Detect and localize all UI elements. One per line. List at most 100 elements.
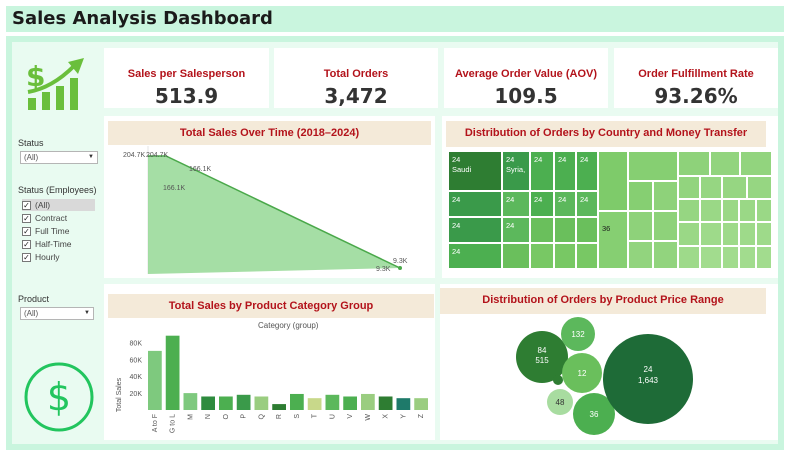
treemap-cell xyxy=(700,176,722,199)
treemap-cell xyxy=(678,176,700,199)
treemap-cell: 24 xyxy=(502,191,530,217)
treemap-cell xyxy=(722,222,739,246)
sales-over-time-chart: 204.7K 204.7K 166.1K 166.1K 9.3K 9.3K xyxy=(108,146,431,274)
treemap-title: Distribution of Orders by Country and Mo… xyxy=(446,121,766,163)
treemap-cell xyxy=(722,246,739,269)
kpi-value: 109.5 xyxy=(494,84,558,108)
treemap-cell: 36 xyxy=(598,211,628,269)
category-sales-title: Total Sales by Product Category Group xyxy=(108,294,434,318)
treemap-cell xyxy=(700,199,722,222)
kpi-title: Average Order Value (AOV) xyxy=(454,68,598,80)
bubble-label: 84 xyxy=(538,346,547,355)
checkbox-checked-icon[interactable]: ✓ xyxy=(22,213,31,223)
dashboard-title: Sales Analysis Dashboard xyxy=(12,8,273,29)
kpi-card-aov: Average Order Value (AOV) 109.5 xyxy=(444,48,608,108)
treemap-cell xyxy=(554,243,576,269)
treemap-cell xyxy=(628,211,653,241)
bar[interactable] xyxy=(183,393,198,410)
chevron-down-icon: ▼ xyxy=(88,154,94,160)
treemap-cell xyxy=(530,217,554,243)
bar[interactable] xyxy=(201,396,215,410)
bubble xyxy=(553,375,563,385)
kpi-value: 3,472 xyxy=(324,84,388,108)
treemap-cell xyxy=(554,217,576,243)
data-label: 204.7K xyxy=(123,152,146,159)
checkbox-checked-icon[interactable]: ✓ xyxy=(22,226,31,236)
price-range-bubbles: 84 515 132 12 48 36 24 1,643 xyxy=(440,316,778,440)
tm-label: 24 xyxy=(534,195,543,204)
sales-area xyxy=(148,156,400,274)
bubble-label: 515 xyxy=(535,356,549,365)
checkbox-checked-icon[interactable]: ✓ xyxy=(22,200,31,210)
product-filter-select[interactable]: (All) ▼ xyxy=(20,307,94,320)
bubble-label: 1,643 xyxy=(638,376,659,385)
treemap-cell xyxy=(700,246,722,269)
data-label: 166.1K xyxy=(189,166,212,173)
bar[interactable] xyxy=(325,394,340,410)
checkbox-checked-icon[interactable]: ✓ xyxy=(22,252,31,262)
y-tick-label: 40K xyxy=(130,374,143,381)
treemap-cell: 24 Syria, xyxy=(502,151,530,191)
checkbox-checked-icon[interactable]: ✓ xyxy=(22,239,31,249)
data-label: 9.3K xyxy=(393,258,408,265)
bar[interactable] xyxy=(290,393,304,410)
treemap-cell: 24 xyxy=(502,217,530,243)
tm-label: 24 xyxy=(452,195,461,204)
treemap-cell: 24 Saudi xyxy=(448,151,502,191)
tm-label: 24 xyxy=(580,195,589,204)
x-tick-label: Q xyxy=(258,413,265,419)
treemap-cell xyxy=(576,243,598,269)
bar[interactable] xyxy=(396,398,411,410)
x-tick-label: T xyxy=(312,413,319,418)
y-tick-label: 60K xyxy=(130,357,143,364)
x-tick-label: M xyxy=(187,414,194,420)
orders-treemap: 24 Saudi 24 24 24 24 Syria, 24 24 24 24 24… xyxy=(448,151,772,269)
bar[interactable] xyxy=(148,350,162,410)
treemap-cell xyxy=(576,217,598,243)
bar[interactable] xyxy=(378,396,393,410)
legend-title: Category (group) xyxy=(258,321,319,330)
x-tick-label: O xyxy=(223,413,230,419)
data-label: 9.3K xyxy=(376,266,391,273)
bar[interactable] xyxy=(414,398,428,410)
treemap-cell xyxy=(678,222,700,246)
tm-label: 24 Syria, xyxy=(506,155,526,174)
treemap-cell xyxy=(739,246,756,269)
bar[interactable] xyxy=(236,394,251,410)
x-tick-label: W xyxy=(365,414,372,421)
kpi-title: Total Orders xyxy=(323,68,389,80)
bar[interactable] xyxy=(307,398,322,410)
treemap-cell xyxy=(628,241,653,269)
kpi-card-fulfillment-rate: Order Fulfillment Rate 93.26% xyxy=(614,48,778,108)
treemap-cell xyxy=(756,199,772,222)
dashboard-title-bar: Sales Analysis Dashboard xyxy=(6,6,784,32)
treemap-cell xyxy=(678,199,700,222)
x-tick-label: S xyxy=(294,414,301,419)
bubble-label: 132 xyxy=(571,330,585,339)
bar[interactable] xyxy=(343,396,357,410)
tm-label: 24 Saudi xyxy=(452,155,472,174)
treemap-cell: 24 xyxy=(448,191,502,217)
status-employees-option[interactable]: ✓ Full Time xyxy=(22,225,69,237)
treemap-cell xyxy=(678,151,710,176)
bar[interactable] xyxy=(272,404,286,410)
growth-chart-icon: $ xyxy=(22,52,94,114)
treemap-cell xyxy=(628,181,653,211)
status-filter-select[interactable]: (All) ▼ xyxy=(20,151,98,164)
bar[interactable] xyxy=(361,393,375,410)
sales-over-time-title: Total Sales Over Time (2018–2024) xyxy=(108,121,431,145)
status-employees-option[interactable]: ✓ (All) xyxy=(22,199,95,211)
treemap-cell xyxy=(739,199,756,222)
treemap-cell: 24 xyxy=(576,191,598,217)
bar[interactable] xyxy=(254,396,269,410)
status-employees-option[interactable]: ✓ Hourly xyxy=(22,251,60,263)
tm-label: 24 xyxy=(558,195,567,204)
bubble-label: 12 xyxy=(578,369,587,378)
status-employees-option[interactable]: ✓ Half-Time xyxy=(22,238,72,250)
status-employees-option[interactable]: ✓ Contract xyxy=(22,212,67,224)
bar[interactable] xyxy=(219,396,233,410)
bar[interactable] xyxy=(165,335,180,410)
treemap-cell xyxy=(598,151,628,211)
x-tick-label: X xyxy=(383,414,390,419)
tm-label: 24 xyxy=(580,155,589,164)
